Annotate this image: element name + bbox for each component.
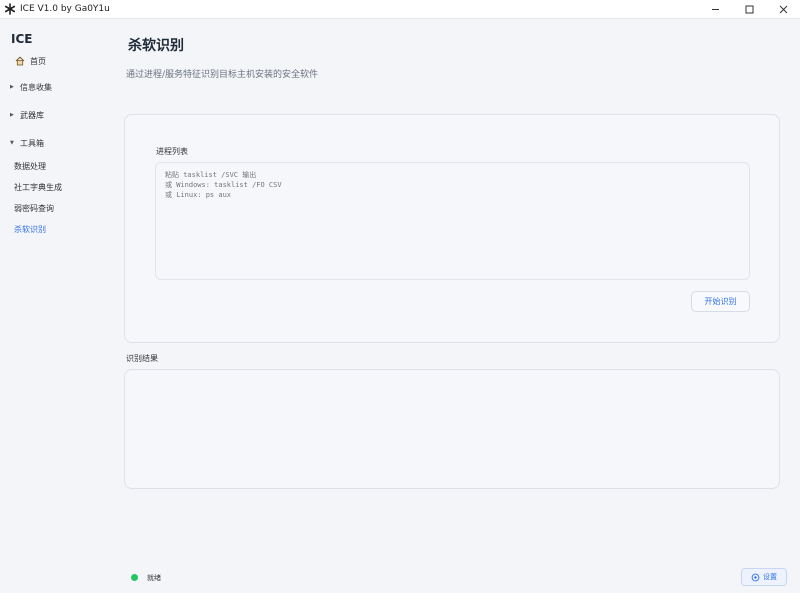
chevron-right-icon: ▶	[10, 112, 14, 118]
brand-logo-text: ICE	[11, 32, 33, 46]
sidebar-item-weak-password[interactable]: 弱密码查询	[14, 203, 54, 214]
status-indicator-dot	[131, 574, 138, 581]
gear-icon	[751, 573, 760, 582]
sidebar-item-data-processing[interactable]: 数据处理	[14, 161, 46, 172]
settings-button-label: 设置	[763, 573, 777, 581]
sidebar-group-info-gathering[interactable]: ▶ 信息收集	[0, 78, 108, 96]
sidebar-group-label: 武器库	[20, 110, 44, 120]
sidebar-group-arsenal[interactable]: ▶ 武器库	[0, 106, 108, 124]
home-icon	[15, 56, 25, 66]
window-title: ICE V1.0 by Ga0Y1u	[20, 4, 110, 14]
sidebar-group-toolbox[interactable]: ▼ 工具箱	[0, 134, 108, 152]
maximize-button[interactable]	[732, 0, 766, 19]
page-subtitle: 通过进程/服务特征识别目标主机安装的安全软件	[126, 70, 319, 80]
sidebar-item-home[interactable]: 首页	[0, 52, 108, 70]
chevron-down-icon: ▼	[10, 140, 14, 146]
minimize-icon	[711, 9, 719, 10]
process-list-label: 进程列表	[156, 147, 188, 156]
status-text: 就绪	[147, 574, 161, 582]
app-snowflake-icon	[4, 3, 16, 15]
result-output[interactable]	[124, 369, 780, 489]
process-input-card: 进程列表 开始识别	[124, 114, 780, 343]
maximize-icon	[745, 5, 753, 14]
close-icon	[779, 5, 787, 14]
sidebar-item-social-dictionary[interactable]: 社工字典生成	[14, 182, 62, 193]
start-detection-button[interactable]: 开始识别	[691, 291, 750, 312]
window-controls	[698, 0, 800, 19]
title-bar: ICE V1.0 by Ga0Y1u	[0, 0, 800, 19]
process-list-input[interactable]	[155, 162, 750, 280]
sidebar-item-home-label: 首页	[30, 56, 46, 66]
close-button[interactable]	[766, 0, 800, 19]
page-title: 杀软识别	[128, 38, 184, 54]
sidebar-item-av-detection[interactable]: 杀软识别	[14, 224, 46, 235]
chevron-right-icon: ▶	[10, 84, 14, 90]
minimize-button[interactable]	[698, 0, 732, 19]
settings-button[interactable]: 设置	[741, 568, 787, 586]
sidebar-group-label: 信息收集	[20, 82, 52, 92]
sidebar-group-label: 工具箱	[20, 138, 44, 148]
sidebar: ICE 首页 ▶ 信息收集 ▶ 武器库 ▼ 工具箱 数据处理 社工字典生成 弱密…	[0, 19, 108, 593]
result-label: 识别结果	[126, 354, 158, 363]
